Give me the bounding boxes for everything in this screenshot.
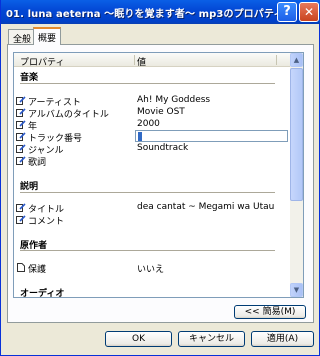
list-item[interactable]: 歌詞 [14,155,291,168]
list-item[interactable]: 保護 いいえ [14,262,291,275]
text-cursor [138,132,142,141]
title-bar[interactable]: 01. luna aeterna ～眠りを覚ます者～ mp3のプロパティ ? ✕ [1,0,320,24]
help-icon: ? [283,4,291,19]
close-icon: ✕ [303,5,315,19]
group-row-description: 説明 [14,179,291,192]
list-item[interactable]: コメント [14,214,291,227]
apply-button[interactable]: 適用(A) [251,331,314,347]
track-number-input[interactable] [135,130,288,142]
edit-icon [16,132,26,141]
group-divider [20,192,275,193]
property-name: 歌詞 [28,158,47,168]
property-value: Soundtrack [137,143,189,153]
list-item[interactable]: タイトル dea cantat ~ Megami wa Utau [14,202,291,215]
property-value: Movie OST [137,107,185,117]
group-divider [20,250,275,251]
scroll-down-button[interactable]: ▼ [290,283,303,297]
group-row-author: 原作者 [14,238,291,251]
edit-icon [16,203,26,212]
group-label: オーディオ [20,289,65,298]
group-row-music: 音楽 [14,70,291,83]
ok-button[interactable]: OK [105,331,172,347]
property-value: 2000 [137,119,160,129]
help-button[interactable]: ? [277,2,297,22]
list-rows: 音楽 アーティスト Ah! My Goddess アルバムのタイトル Movie… [14,67,291,297]
column-divider[interactable] [276,55,277,65]
property-list[interactable]: プロパティ 値 音楽 アーティスト Ah! My Goddess アルバムのタイ… [13,52,304,298]
property-value: dea cantat ~ Megami wa Utau [137,202,275,212]
property-name: 保護 [28,265,47,275]
list-item[interactable]: アルバムのタイトル Movie OST [14,107,291,120]
edit-icon [16,156,26,165]
list-item[interactable]: 年 2000 [14,119,291,132]
edit-icon [16,96,26,105]
close-button[interactable]: ✕ [299,2,319,22]
list-item[interactable]: ジャンル Soundtrack [14,143,291,156]
document-icon [17,263,25,272]
group-row-audio: オーディオ [14,286,291,297]
list-header: プロパティ 値 [14,53,291,68]
group-label: 音楽 [20,73,39,83]
scroll-up-button[interactable]: ▲ [290,53,303,67]
chevron-down-icon: ▼ [293,286,300,294]
properties-window: 01. luna aeterna ～眠りを覚ます者～ mp3のプロパティ ? ✕… [0,0,320,356]
simple-view-button[interactable]: << 簡易(M) [234,305,306,319]
edit-icon [16,215,26,224]
group-label: 説明 [20,182,39,192]
column-divider[interactable] [134,55,135,65]
edit-icon [16,120,26,129]
chevron-up-icon: ▲ [293,56,300,64]
property-value: Ah! My Goddess [137,95,211,105]
edit-icon [16,108,26,117]
list-item-selected[interactable]: トラック番号 [14,130,291,144]
cancel-button[interactable]: キャンセル [178,331,245,347]
vertical-scrollbar[interactable]: ▲ ▼ [290,53,303,297]
scroll-thumb[interactable] [290,68,303,201]
window-title: 01. luna aeterna ～眠りを覚ます者～ mp3のプロパティ [6,9,284,20]
list-item[interactable]: アーティスト Ah! My Goddess [14,95,291,108]
edit-icon [16,144,26,153]
property-name: コメント [28,217,65,227]
tab-summary[interactable]: 概要 [33,27,62,45]
tab-general[interactable]: 全般 [8,29,37,45]
group-divider [20,83,275,84]
property-value: いいえ [137,265,165,275]
